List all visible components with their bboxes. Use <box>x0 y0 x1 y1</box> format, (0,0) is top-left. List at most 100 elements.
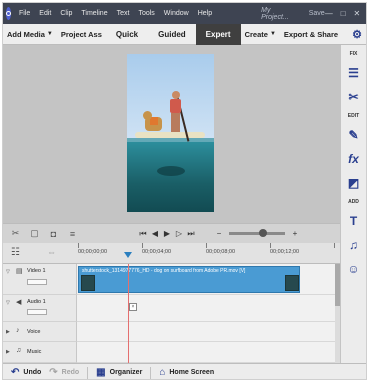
project-assets-button[interactable]: Project Ass <box>57 24 106 45</box>
track-controls[interactable] <box>27 279 47 285</box>
add-media-label: Add Media <box>7 29 45 39</box>
expand-arrow-icon[interactable]: ▽ <box>6 300 10 306</box>
scissors-icon[interactable]: ✂ <box>9 227 22 240</box>
track-lane-voice[interactable] <box>77 322 335 342</box>
divider <box>87 366 89 379</box>
camera-icon[interactable]: ◘ <box>47 227 60 240</box>
track-header-video1[interactable]: ▽ ▤ Video 1 <box>3 264 77 295</box>
time-ruler: ☷ ⇔ 00;00;00;00 00;00;04;00 00;00;08;00 … <box>3 243 340 264</box>
track-lane-audio1[interactable]: × <box>77 295 335 322</box>
fx-icon[interactable]: fx <box>344 149 364 169</box>
menu-timeline[interactable]: Timeline <box>81 10 107 17</box>
mode-toolbar: Add Media ▼ Project Ass Quick Guided Expe… <box>3 23 366 45</box>
adjustments-icon[interactable]: ☰ <box>344 63 364 83</box>
track-header-voice[interactable]: ▶ ♪ Voice <box>3 322 77 342</box>
chevron-down-icon: ▼ <box>269 31 276 37</box>
undo-button[interactable]: ↶ Undo <box>11 367 41 378</box>
menu-tools[interactable]: Tools <box>138 10 154 17</box>
go-to-start-icon[interactable]: ⏮ <box>137 228 149 240</box>
save-button[interactable]: Save <box>309 10 325 17</box>
create-button[interactable]: Create ▼ <box>241 24 280 45</box>
ruler-tick <box>142 243 143 248</box>
ruler-time-label: 00;00;12;00 <box>270 249 300 255</box>
track-lane-video1[interactable]: shutterstock_1314977776_HD - dog on surf… <box>77 264 335 295</box>
playhead-line <box>128 264 129 363</box>
scrollbar-thumb[interactable] <box>335 264 340 306</box>
step-forward-icon[interactable]: ▷ <box>173 228 185 240</box>
audio-marker[interactable]: × <box>129 303 137 311</box>
titles-icon[interactable]: T <box>344 211 364 231</box>
freeze-frame-icon[interactable]: ▢ <box>28 227 41 240</box>
track-label-music: Music <box>27 349 42 355</box>
clip-thumbnail <box>285 275 299 291</box>
video-clip[interactable]: shutterstock_1314977776_HD - dog on surf… <box>78 266 300 293</box>
ruler-tick <box>334 243 335 248</box>
window-controls: — □ ✕ <box>325 9 361 18</box>
ruler-tick <box>270 243 271 248</box>
menu-clip[interactable]: Clip <box>60 10 72 17</box>
track-header-music[interactable]: ▶ ♫ Music <box>3 342 77 363</box>
ruler-scale[interactable]: 00;00;00;00 00;00;04;00 00;00;08;00 00;0… <box>77 243 335 264</box>
close-icon[interactable]: ✕ <box>354 9 361 18</box>
tab-expert[interactable]: Expert <box>195 23 241 45</box>
expand-arrow-icon[interactable]: ▶ <box>6 349 10 355</box>
menu-help[interactable]: Help <box>198 10 212 17</box>
timeline-tracks: ▽ ▤ Video 1 shutterstock_1314977776_HD -… <box>3 264 340 363</box>
menu-text[interactable]: Text <box>117 10 130 17</box>
project-name: My Project... <box>261 6 289 21</box>
menu-file[interactable]: File <box>19 10 30 17</box>
maximize-icon[interactable]: □ <box>341 9 346 18</box>
fit-arrows-icon[interactable]: ⇔ <box>47 247 56 257</box>
menu-edit[interactable]: Edit <box>39 10 51 17</box>
zoom-slider-knob[interactable] <box>259 229 267 237</box>
transitions-icon[interactable]: ◩ <box>344 173 364 193</box>
home-label: Home Screen <box>169 369 215 376</box>
expand-arrow-icon[interactable]: ▶ <box>6 329 10 335</box>
ruler-time-label: 00;00;04;00 <box>142 249 172 255</box>
effects-icon[interactable]: ✎ <box>344 125 364 145</box>
redo-label: Redo <box>61 369 80 376</box>
track-label-voice: Voice <box>27 329 41 335</box>
speaker-icon: ◀ <box>16 299 22 306</box>
graphics-icon[interactable]: ☺ <box>344 259 364 279</box>
minimize-icon[interactable]: — <box>325 9 333 18</box>
video-person-head <box>172 91 180 99</box>
music-icon[interactable]: ♫ <box>344 235 364 255</box>
home-screen-button[interactable]: ⌂ Home Screen <box>159 367 214 378</box>
ruler-tick <box>206 243 207 248</box>
expand-arrow-icon[interactable]: ▽ <box>6 269 10 275</box>
play-icon[interactable]: ▶ <box>161 228 173 240</box>
edit-section-label: EDIT <box>347 113 360 119</box>
track-controls[interactable] <box>27 309 47 315</box>
video-dog-head <box>143 111 152 120</box>
redo-button[interactable]: ↷ Redo <box>49 367 79 378</box>
zoom-out-icon[interactable]: − <box>213 228 225 240</box>
video-surfboard <box>135 132 205 138</box>
add-media-button[interactable]: Add Media ▼ <box>3 24 57 45</box>
track-lane-music[interactable] <box>77 342 335 363</box>
track-settings-icon[interactable]: ☷ <box>11 247 29 259</box>
home-icon: ⌂ <box>159 367 166 378</box>
track-label-audio1: Audio 1 <box>27 299 46 305</box>
playhead-handle[interactable] <box>124 252 132 258</box>
vertical-scrollbar[interactable] <box>335 264 340 363</box>
step-back-icon[interactable]: ◀ <box>149 228 161 240</box>
video-preview[interactable] <box>127 54 214 212</box>
organizer-button[interactable]: ▦ Organizer <box>96 367 142 378</box>
tab-quick[interactable]: Quick <box>106 24 148 45</box>
export-share-button[interactable]: Export & Share <box>280 24 342 45</box>
microphone-icon: ♪ <box>16 327 20 334</box>
tab-guided[interactable]: Guided <box>148 24 196 45</box>
tools-icon[interactable]: ✂ <box>344 87 364 107</box>
menu-icon[interactable]: ≡ <box>66 227 79 240</box>
menu-window[interactable]: Window <box>164 10 189 17</box>
video-underwater <box>127 142 214 212</box>
gear-icon[interactable]: ⚙ <box>348 24 366 45</box>
zoom-in-icon[interactable]: + <box>289 228 301 240</box>
fix-section-label: FIX <box>349 51 358 57</box>
go-to-end-icon[interactable]: ⏭ <box>185 228 197 240</box>
zoom-slider[interactable] <box>229 229 285 237</box>
organizer-icon: ▦ <box>96 367 106 378</box>
transport-bar: ✂ ▢ ◘ ≡ ⏮ ◀ ▶ ▷ ⏭ − + <box>3 223 340 243</box>
track-header-audio1[interactable]: ▽ ◀ Audio 1 <box>3 295 77 322</box>
